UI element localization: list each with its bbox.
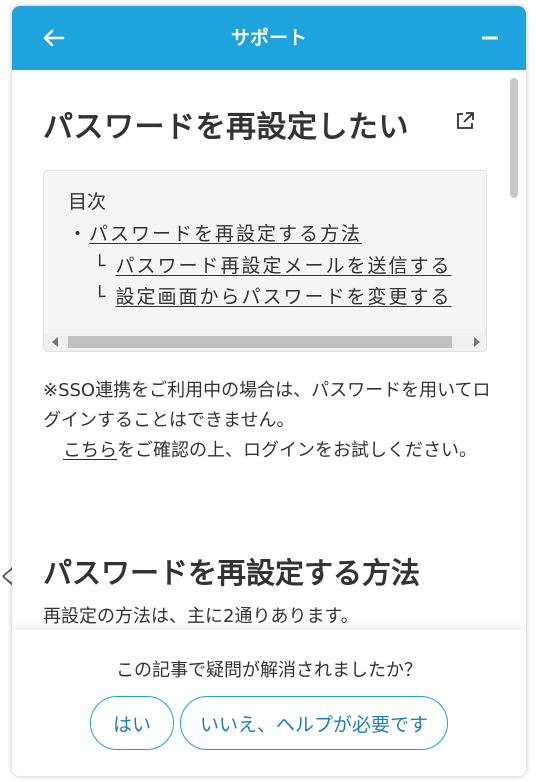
toc-link-reset-method[interactable]: パスワードを再設定する方法 — [89, 223, 362, 245]
scroll-right-icon[interactable] — [474, 337, 480, 347]
support-widget: サポート パスワードを再設定したい 目次 ・パスワードを再設定する方法 └ パス… — [12, 6, 526, 776]
here-link[interactable]: こちら — [63, 440, 117, 461]
section-title: パスワードを再設定する方法 — [43, 556, 421, 590]
article-title: パスワードを再設定したい — [43, 110, 409, 145]
external-link-icon[interactable] — [454, 110, 476, 132]
toc-link-change-settings[interactable]: 設定画面からパスワードを変更する — [116, 286, 452, 308]
toc-item: └ パスワード再設定メールを送信する — [94, 251, 452, 278]
section-text: 再設定の方法は、主に2通りあります。 — [43, 606, 359, 627]
toc-item: ・パスワードを再設定する方法 — [68, 219, 362, 246]
toc-item: └ 設定画面からパスワードを変更する — [94, 282, 452, 309]
widget-header: サポート — [12, 6, 526, 70]
minus-icon — [482, 36, 498, 40]
minimize-button[interactable] — [474, 22, 506, 54]
sso-note: ※SSO連携をご利用中の場合は、パスワードを用いてログインすることはできません。 — [43, 380, 491, 431]
header-title: サポート — [230, 27, 307, 49]
feedback-panel: この記事で疑問が解消されましたか？ はい いいえ、ヘルプが必要です — [12, 630, 526, 776]
sso-note-followup-text: をご確認の上、ログインをお試しください。 — [117, 440, 477, 461]
article-content[interactable]: パスワードを再設定したい 目次 ・パスワードを再設定する方法 └ パスワード再設… — [12, 70, 526, 630]
table-of-contents: 目次 ・パスワードを再設定する方法 └ パスワード再設定メールを送信する └ 設… — [43, 170, 487, 352]
toc-subitem-mark: └ — [94, 255, 108, 277]
feedback-question: この記事で疑問が解消されましたか？ — [116, 660, 422, 681]
toc-bullet: ・ — [68, 223, 90, 245]
scrollbar-thumb[interactable] — [68, 336, 452, 348]
toc-subitem-mark: └ — [94, 286, 108, 308]
content-scrollbar[interactable] — [510, 78, 518, 198]
scroll-left-icon[interactable] — [52, 337, 58, 347]
yes-button[interactable]: はい — [90, 696, 174, 750]
toc-link-send-mail[interactable]: パスワード再設定メールを送信する — [116, 255, 452, 277]
need-help-button[interactable]: いいえ、ヘルプが必要です — [180, 696, 448, 750]
sso-note-followup: こちらをご確認の上、ログインをお試しください。 — [63, 436, 477, 462]
toc-heading: 目次 — [68, 191, 107, 213]
toc-horizontal-scrollbar[interactable] — [44, 333, 486, 351]
